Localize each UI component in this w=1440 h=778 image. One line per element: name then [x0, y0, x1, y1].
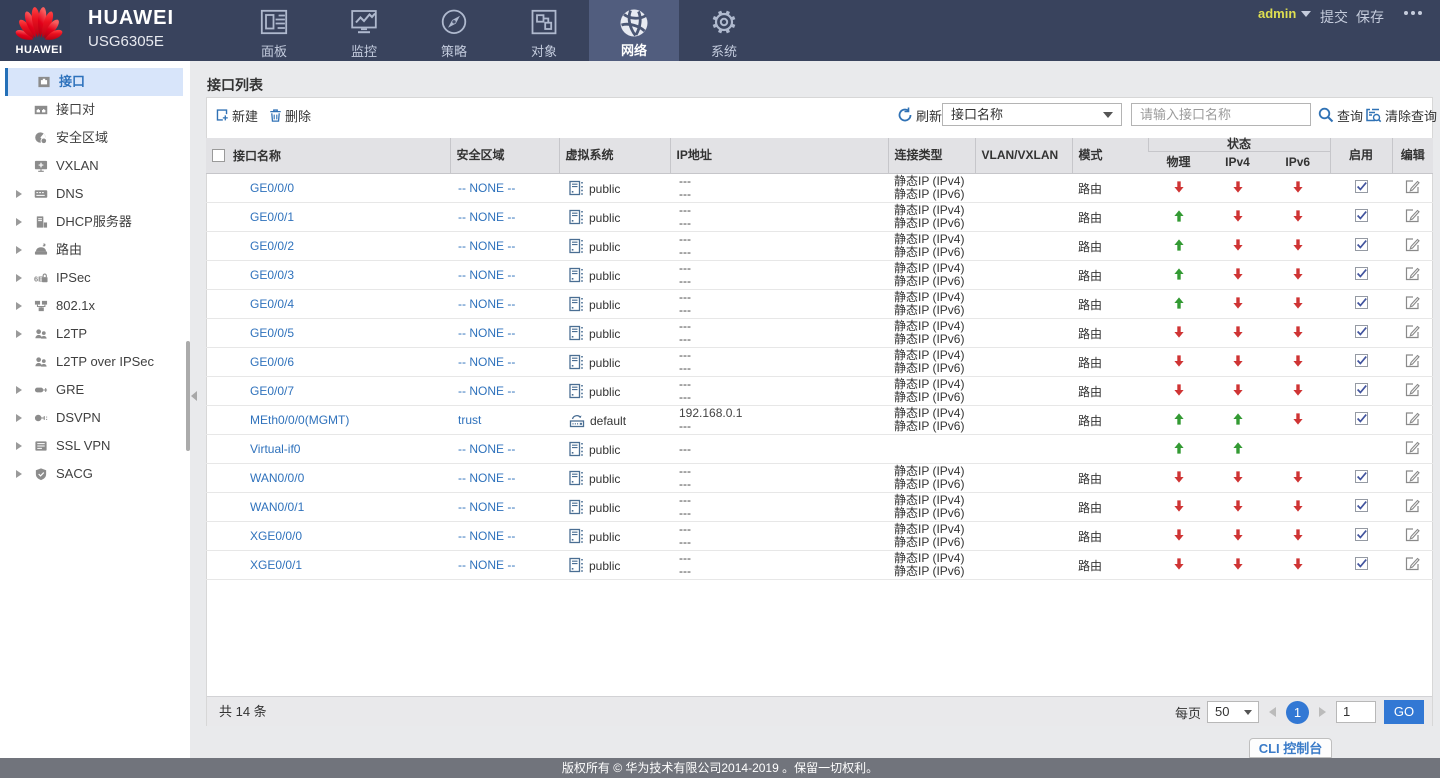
svg-text:6E: 6E [34, 274, 43, 283]
